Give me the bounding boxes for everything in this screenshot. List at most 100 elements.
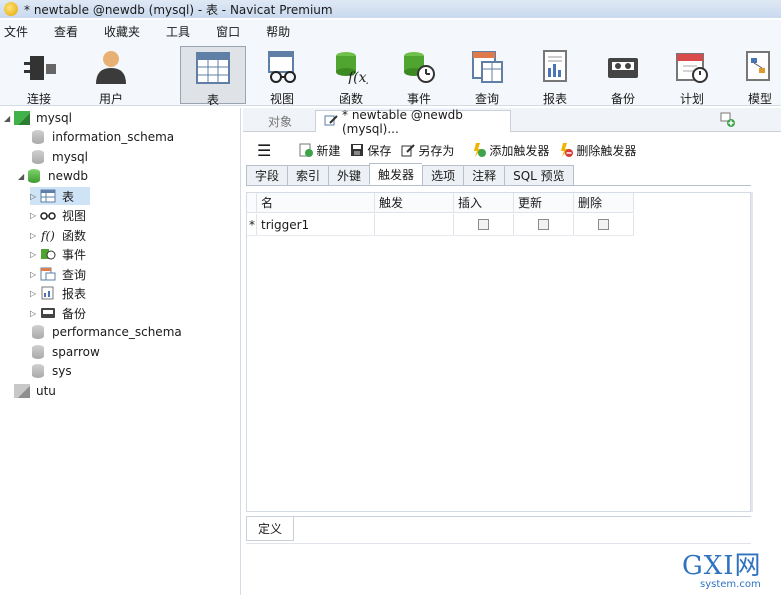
add-trigger-button[interactable]: 添加触发器 bbox=[472, 142, 549, 159]
tree-db-performance-schema[interactable]: performance_schema bbox=[32, 323, 182, 341]
header-insert[interactable]: 插入 bbox=[454, 193, 514, 212]
expand-arrow-icon[interactable]: ▷ bbox=[30, 192, 40, 201]
toolbar-query-button[interactable]: 查询 bbox=[454, 46, 520, 106]
menu-file[interactable]: 文件 bbox=[4, 23, 28, 40]
watermark-main: GXI网 bbox=[682, 551, 762, 581]
new-button-label: 新建 bbox=[316, 143, 341, 158]
tree-connection-label: mysql bbox=[36, 111, 72, 125]
menu-favorites[interactable]: 收藏夹 bbox=[104, 23, 140, 40]
menu-bar: 文件 查看 收藏夹 工具 窗口 帮助 bbox=[0, 20, 781, 42]
tab-triggers[interactable]: 触发器 bbox=[369, 163, 423, 185]
tree-newdb-tables[interactable]: ▷ 表 bbox=[30, 187, 90, 205]
tree-newdb-functions[interactable]: ▷ f() 函数 bbox=[30, 226, 86, 244]
update-checkbox[interactable] bbox=[538, 219, 549, 230]
toolbar-model-button[interactable]: 模型 bbox=[727, 46, 781, 106]
toolbar-event-button[interactable]: 事件 bbox=[386, 46, 452, 106]
hamburger-menu-icon: ☰ bbox=[257, 140, 272, 160]
menu-tools[interactable]: 工具 bbox=[166, 23, 190, 40]
tab-sql-preview[interactable]: SQL 预览 bbox=[504, 165, 574, 186]
tab-objects[interactable]: 对象 bbox=[247, 110, 313, 132]
view-glasses-icon bbox=[40, 208, 56, 222]
new-tab-button[interactable] bbox=[713, 110, 743, 132]
trigger-name-cell[interactable]: trigger1 bbox=[257, 214, 375, 235]
tree-newdb-reports[interactable]: ▷ 报表 bbox=[30, 284, 86, 302]
toolbar-view-button[interactable]: 视图 bbox=[249, 46, 315, 106]
trigger-timing-cell[interactable] bbox=[375, 214, 454, 235]
toolbar-user-button[interactable]: 用户 bbox=[78, 46, 144, 106]
table-row[interactable]: * trigger1 bbox=[247, 214, 634, 236]
tree-node-label: 表 bbox=[62, 189, 75, 204]
tree-connection-mysql[interactable]: ◢ mysql bbox=[4, 109, 72, 127]
delete-trigger-button[interactable]: 删除触发器 bbox=[559, 142, 636, 159]
tree-db-sys[interactable]: sys bbox=[32, 362, 72, 380]
tab-fields[interactable]: 字段 bbox=[246, 165, 288, 186]
database-icon bbox=[32, 364, 44, 378]
tree-newdb-views[interactable]: ▷ 视图 bbox=[30, 206, 86, 224]
header-delete[interactable]: 删除 bbox=[574, 193, 634, 212]
toolbar-report-button[interactable]: 报表 bbox=[522, 46, 588, 106]
toolbar-connect-label: 连接 bbox=[26, 92, 51, 106]
menu-view[interactable]: 查看 bbox=[54, 23, 78, 40]
query-icon bbox=[470, 50, 504, 84]
tree-newdb-queries[interactable]: ▷ 查询 bbox=[30, 265, 86, 283]
connection-icon bbox=[14, 111, 30, 125]
toolbar-table-button[interactable]: 表 bbox=[180, 46, 246, 107]
toolbar-report-label: 报表 bbox=[542, 92, 567, 106]
tree-db-information-schema[interactable]: information_schema bbox=[32, 128, 174, 146]
tree-newdb-events[interactable]: ▷ 事件 bbox=[30, 245, 86, 263]
tab-indexes[interactable]: 索引 bbox=[287, 165, 329, 186]
expand-arrow-icon[interactable]: ▷ bbox=[30, 289, 40, 298]
toolbar-model-label: 模型 bbox=[747, 92, 772, 106]
header-update[interactable]: 更新 bbox=[514, 193, 574, 212]
definition-editor[interactable] bbox=[246, 543, 751, 595]
collapse-arrow-icon[interactable]: ◢ bbox=[18, 172, 28, 181]
table-icon bbox=[196, 51, 230, 85]
tab-options[interactable]: 选项 bbox=[422, 165, 464, 186]
expand-arrow-icon[interactable]: ▷ bbox=[30, 270, 40, 279]
toolbar-connect-button[interactable]: 连接 bbox=[6, 46, 72, 106]
pencil-icon bbox=[324, 114, 338, 129]
expand-arrow-icon[interactable]: ▷ bbox=[30, 309, 40, 318]
delete-checkbox[interactable] bbox=[598, 219, 609, 230]
function-icon: f() bbox=[40, 228, 56, 243]
save-disk-icon bbox=[350, 143, 364, 157]
save-as-button-label: 另存为 bbox=[418, 143, 455, 158]
tab-table-editor[interactable]: * newtable @newdb (mysql)... bbox=[315, 108, 511, 136]
save-button-label: 保存 bbox=[367, 143, 392, 158]
new-button[interactable]: 新建 bbox=[299, 142, 340, 159]
toolbar-backup-button[interactable]: 备份 bbox=[590, 46, 656, 106]
tab-comments[interactable]: 注释 bbox=[463, 165, 505, 186]
menu-window[interactable]: 窗口 bbox=[216, 23, 240, 40]
table-icon bbox=[40, 189, 56, 203]
header-name[interactable]: 名 bbox=[257, 193, 375, 212]
svg-text:f(): f() bbox=[40, 229, 55, 242]
tree-node-label: 查询 bbox=[62, 267, 87, 282]
save-as-button[interactable]: 另存为 bbox=[401, 142, 454, 159]
toolbar-function-button[interactable]: f(x) 函数 bbox=[318, 46, 384, 106]
tree-db-mysql[interactable]: mysql bbox=[32, 148, 88, 166]
tree-db-sparrow[interactable]: sparrow bbox=[32, 343, 100, 361]
expand-arrow-icon[interactable]: ▷ bbox=[30, 211, 40, 220]
expand-arrow-icon[interactable]: ▷ bbox=[30, 250, 40, 259]
tree-db-label: sys bbox=[52, 364, 72, 378]
collapse-arrow-icon[interactable]: ◢ bbox=[4, 114, 14, 123]
header-trigger-timing[interactable]: 触发 bbox=[375, 193, 454, 212]
hamburger-menu-button[interactable]: ☰ bbox=[257, 141, 271, 160]
expand-arrow-icon[interactable]: ▷ bbox=[30, 231, 40, 240]
grid-scrollbar[interactable] bbox=[751, 192, 753, 512]
toolbar-schedule-button[interactable]: 计划 bbox=[659, 46, 725, 106]
save-button[interactable]: 保存 bbox=[350, 142, 391, 159]
window-title: * newtable @newdb (mysql) - 表 - Navicat … bbox=[24, 2, 333, 17]
tree-db-newdb[interactable]: ◢ newdb bbox=[18, 167, 88, 185]
menu-help[interactable]: 帮助 bbox=[266, 23, 290, 40]
tab-definition[interactable]: 定义 bbox=[246, 517, 294, 541]
tree-connection-label: utu bbox=[36, 384, 56, 398]
function-icon: f(x) bbox=[334, 50, 372, 86]
delete-cell bbox=[574, 214, 634, 235]
report-icon bbox=[40, 286, 56, 300]
tree-newdb-backups[interactable]: ▷ 备份 bbox=[30, 304, 86, 322]
tree-connection-utu[interactable]: utu bbox=[14, 382, 56, 400]
insert-checkbox[interactable] bbox=[478, 219, 489, 230]
user-icon bbox=[94, 50, 128, 84]
tab-foreign-keys[interactable]: 外键 bbox=[328, 165, 370, 186]
